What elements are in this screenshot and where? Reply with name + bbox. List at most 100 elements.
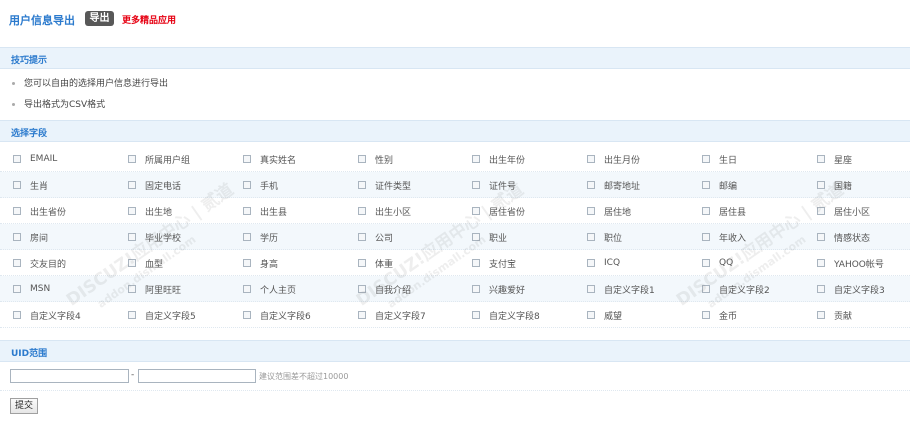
field-option[interactable]: 性别 — [358, 146, 393, 172]
field-option[interactable]: 自定义字段4 — [13, 302, 81, 328]
field-checkbox[interactable] — [13, 207, 21, 215]
field-checkbox[interactable] — [817, 207, 825, 215]
field-option[interactable]: 职位 — [587, 224, 622, 250]
field-checkbox[interactable] — [587, 233, 595, 241]
uid-to-input[interactable] — [138, 369, 256, 383]
field-option[interactable]: 出生年份 — [472, 146, 525, 172]
field-checkbox[interactable] — [128, 311, 136, 319]
field-option[interactable]: QQ — [702, 250, 733, 276]
field-checkbox[interactable] — [128, 233, 136, 241]
field-checkbox[interactable] — [243, 259, 251, 267]
field-option[interactable]: 体重 — [358, 250, 393, 276]
more-apps-link[interactable]: 更多精品应用 — [122, 13, 176, 26]
field-option[interactable]: 职业 — [472, 224, 507, 250]
field-checkbox[interactable] — [472, 233, 480, 241]
field-option[interactable]: 自定义字段7 — [358, 302, 426, 328]
field-checkbox[interactable] — [472, 207, 480, 215]
field-checkbox[interactable] — [13, 311, 21, 319]
field-option[interactable]: YAHOO帐号 — [817, 250, 884, 276]
field-option[interactable]: 交友目的 — [13, 250, 66, 276]
field-checkbox[interactable] — [243, 155, 251, 163]
field-option[interactable]: 金币 — [702, 302, 737, 328]
field-option[interactable]: 自定义字段5 — [128, 302, 196, 328]
field-checkbox[interactable] — [358, 259, 366, 267]
field-checkbox[interactable] — [472, 155, 480, 163]
field-option[interactable]: 血型 — [128, 250, 163, 276]
uid-from-input[interactable] — [10, 369, 129, 383]
field-option[interactable]: 出生月份 — [587, 146, 640, 172]
field-option[interactable]: 自定义字段8 — [472, 302, 540, 328]
field-checkbox[interactable] — [358, 181, 366, 189]
field-checkbox[interactable] — [587, 207, 595, 215]
field-checkbox[interactable] — [13, 285, 21, 293]
field-option[interactable]: 兴趣爱好 — [472, 276, 525, 302]
field-option[interactable]: 自定义字段2 — [702, 276, 770, 302]
field-checkbox[interactable] — [587, 181, 595, 189]
field-checkbox[interactable] — [472, 311, 480, 319]
field-checkbox[interactable] — [128, 285, 136, 293]
field-option[interactable]: 身高 — [243, 250, 278, 276]
field-option[interactable]: 邮寄地址 — [587, 172, 640, 198]
field-checkbox[interactable] — [243, 311, 251, 319]
field-checkbox[interactable] — [358, 285, 366, 293]
field-option[interactable]: 出生小区 — [358, 198, 411, 224]
field-option[interactable]: 手机 — [243, 172, 278, 198]
field-option[interactable]: 证件类型 — [358, 172, 411, 198]
field-checkbox[interactable] — [702, 259, 710, 267]
field-option[interactable]: MSN — [13, 276, 50, 302]
field-checkbox[interactable] — [702, 233, 710, 241]
field-option[interactable]: 居住小区 — [817, 198, 870, 224]
field-option[interactable]: 个人主页 — [243, 276, 296, 302]
field-option[interactable]: 生肖 — [13, 172, 48, 198]
field-checkbox[interactable] — [128, 181, 136, 189]
field-option[interactable]: 公司 — [358, 224, 393, 250]
field-checkbox[interactable] — [358, 233, 366, 241]
field-checkbox[interactable] — [472, 181, 480, 189]
field-option[interactable]: 情感状态 — [817, 224, 870, 250]
field-checkbox[interactable] — [128, 259, 136, 267]
field-option[interactable]: 星座 — [817, 146, 852, 172]
field-checkbox[interactable] — [243, 207, 251, 215]
field-option[interactable]: 生日 — [702, 146, 737, 172]
field-checkbox[interactable] — [128, 155, 136, 163]
field-option[interactable]: 出生县 — [243, 198, 287, 224]
field-option[interactable]: 威望 — [587, 302, 622, 328]
field-checkbox[interactable] — [358, 207, 366, 215]
field-option[interactable]: 证件号 — [472, 172, 516, 198]
field-option[interactable]: 邮编 — [702, 172, 737, 198]
field-checkbox[interactable] — [13, 155, 21, 163]
field-option[interactable]: 国籍 — [817, 172, 852, 198]
field-checkbox[interactable] — [817, 155, 825, 163]
field-checkbox[interactable] — [587, 285, 595, 293]
field-checkbox[interactable] — [358, 311, 366, 319]
field-option[interactable]: 自定义字段1 — [587, 276, 655, 302]
field-checkbox[interactable] — [13, 233, 21, 241]
field-checkbox[interactable] — [702, 285, 710, 293]
field-checkbox[interactable] — [702, 155, 710, 163]
field-option[interactable]: 固定电话 — [128, 172, 181, 198]
field-option[interactable]: 贡献 — [817, 302, 852, 328]
field-option[interactable]: 出生省份 — [13, 198, 66, 224]
field-option[interactable]: EMAIL — [13, 146, 57, 172]
field-checkbox[interactable] — [817, 233, 825, 241]
field-checkbox[interactable] — [702, 311, 710, 319]
field-checkbox[interactable] — [472, 259, 480, 267]
field-checkbox[interactable] — [243, 181, 251, 189]
field-option[interactable]: 居住县 — [702, 198, 746, 224]
field-option[interactable]: 所属用户组 — [128, 146, 190, 172]
field-option[interactable]: 居住地 — [587, 198, 631, 224]
field-option[interactable]: 居住省份 — [472, 198, 525, 224]
field-option[interactable]: 毕业学校 — [128, 224, 181, 250]
field-option[interactable]: 阿里旺旺 — [128, 276, 181, 302]
field-checkbox[interactable] — [817, 181, 825, 189]
field-checkbox[interactable] — [817, 259, 825, 267]
field-checkbox[interactable] — [243, 233, 251, 241]
field-checkbox[interactable] — [702, 207, 710, 215]
field-checkbox[interactable] — [587, 155, 595, 163]
field-checkbox[interactable] — [128, 207, 136, 215]
field-checkbox[interactable] — [472, 285, 480, 293]
field-checkbox[interactable] — [243, 285, 251, 293]
field-checkbox[interactable] — [587, 311, 595, 319]
field-option[interactable]: 年收入 — [702, 224, 746, 250]
field-checkbox[interactable] — [358, 155, 366, 163]
